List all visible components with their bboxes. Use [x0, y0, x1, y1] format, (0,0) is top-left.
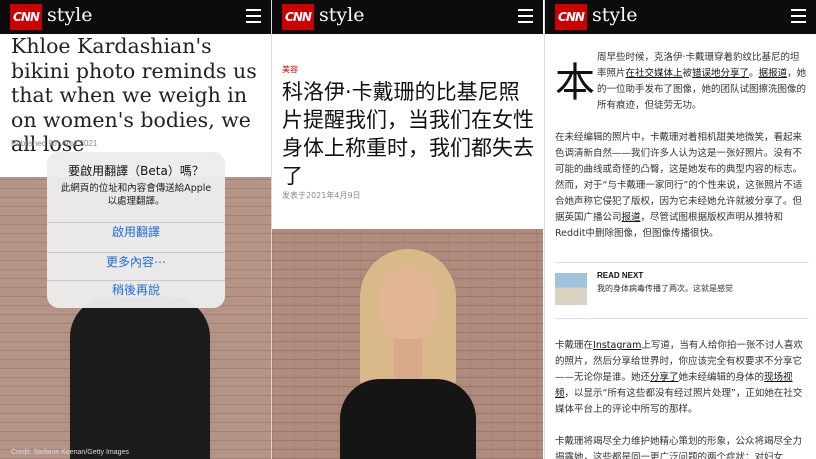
hero-photo	[272, 229, 543, 459]
divider-line	[555, 318, 809, 319]
section-name[interactable]: style	[47, 4, 92, 26]
hamburger-menu-icon[interactable]	[246, 9, 261, 23]
cnn-logo[interactable]: CNN	[282, 4, 314, 30]
cnn-header: CNN style	[545, 0, 816, 34]
social-media-link[interactable]: 在社交媒体上	[626, 68, 683, 79]
more-info-button[interactable]: 更多內容⋯	[47, 252, 225, 282]
cnn-logo[interactable]: CNN	[555, 4, 587, 30]
section-name[interactable]: style	[592, 4, 637, 26]
shared-link[interactable]: 分享了	[650, 372, 679, 383]
section-name[interactable]: style	[319, 4, 364, 26]
panel-original-article: CNN style Khloe Kardashian's bikini phot…	[0, 0, 271, 459]
read-next-label: READ NEXT	[597, 271, 644, 280]
panel-translated-body: CNN style 本 周早些时候，克洛伊·卡戴珊穿着豹纹比基尼的坦率照片在社交…	[545, 0, 816, 459]
translate-dialog-title: 要啟用翻譯（Beta）嗎？	[68, 164, 204, 178]
enable-translation-button[interactable]: 啟用翻譯	[47, 222, 225, 252]
panel-translated-header: CNN style 美容 科洛伊·卡戴珊的比基尼照片提醒我们，当我们在女性身体上…	[272, 0, 543, 459]
cnn-header: CNN style	[0, 0, 271, 34]
drop-cap: 本	[555, 60, 595, 106]
translate-dialog-message: 此網頁的位址和內容會傳送給Apple以處理翻譯。	[60, 183, 212, 207]
instagram-link[interactable]: Instagram	[593, 340, 641, 351]
not-now-button[interactable]: 稍後再說	[47, 280, 225, 308]
hamburger-menu-icon[interactable]	[791, 9, 806, 23]
translate-dialog: 要啟用翻譯（Beta）嗎？ 此網頁的位址和內容會傳送給Apple以處理翻譯。 啟…	[47, 152, 225, 308]
reportedly-link[interactable]: 据报道	[759, 68, 788, 79]
photo-credit: Credit: Stefanie Keenan/Getty Images	[11, 449, 129, 456]
published-date: 发表于2021年4月9日	[282, 191, 361, 200]
body-paragraph: 卡戴珊将竭尽全力维护她精心策划的形象，公众将竭尽全力揭露她，这些都是同一更广泛问…	[555, 436, 803, 459]
body-paragraph: 在未经编辑的照片中，卡戴珊对着相机甜美地微笑，看起来色调清新自然——我们许多人认…	[555, 132, 803, 239]
shared-by-mistake-link[interactable]: 错误地分享了	[692, 68, 749, 79]
published-date: Published 9th April 2021	[11, 139, 98, 148]
hamburger-menu-icon[interactable]	[518, 9, 533, 23]
bbc-report-link[interactable]: 报道	[622, 212, 641, 223]
article-headline: 科洛伊·卡戴珊的比基尼照片提醒我们，当我们在女性身体上称重时，我们都失去了	[282, 80, 534, 188]
cnn-header: CNN style	[272, 0, 543, 34]
read-next-thumbnail[interactable]	[555, 273, 587, 305]
body-paragraph: 周早些时候，克洛伊·卡戴珊穿着豹纹比基尼的坦率照片在社交媒体上被错误地分享了。据…	[597, 52, 807, 111]
category-tag[interactable]: 美容	[282, 64, 298, 75]
cnn-logo[interactable]: CNN	[10, 4, 42, 30]
divider-line	[555, 262, 809, 263]
read-next-link[interactable]: 我的身体病毒传播了两次。这就是感觉	[597, 283, 733, 294]
body-paragraph: 卡戴珊在Instagram上写道，当有人给你拍一张不讨人喜欢的照片，然后分享给世…	[555, 340, 803, 415]
